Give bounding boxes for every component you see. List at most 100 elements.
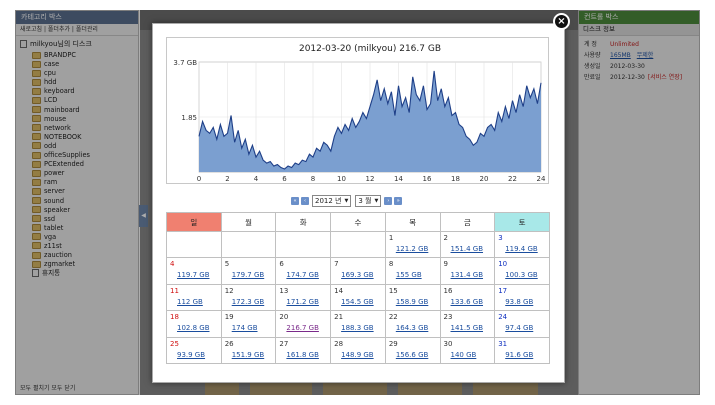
- calendar-day-cell: 29 156.6 GB: [384, 336, 441, 364]
- day-usage-link[interactable]: 97.4 GB: [505, 324, 533, 332]
- calendar-day-cell: 4 119.7 GB: [166, 257, 222, 285]
- y-tick-label: 3.7 GB: [173, 59, 197, 67]
- x-tick-label: 24: [537, 175, 546, 183]
- x-tick-label: 10: [337, 175, 346, 183]
- day-usage-link[interactable]: 158.9 GB: [396, 298, 429, 306]
- y-tick-label: 1.85: [181, 114, 197, 122]
- month-pager: « ‹ 2012 년 ▼ 3 월 ▼ › »: [290, 195, 403, 207]
- calendar-day-cell: 1 121.2 GB: [384, 230, 441, 259]
- calendar-week: 4 119.7 GB 5 179.7 GB 6 174.7 GB 7 169.3 GB 8 155…: [166, 257, 550, 285]
- day-number: 12: [224, 286, 234, 295]
- calendar-day-cell: 30 140 GB: [439, 336, 496, 364]
- day-number: 9: [443, 260, 448, 269]
- day-number: 18: [170, 313, 179, 322]
- calendar-week: 1 121.2 GB 2 151.4 GB 3 119.4 GB: [166, 230, 550, 259]
- calendar-day-cell: 5 179.7 GB: [220, 257, 277, 285]
- x-tick-label: 2: [225, 175, 229, 183]
- calendar-empty-cell: [275, 230, 332, 259]
- last-page-button[interactable]: »: [394, 197, 403, 205]
- day-usage-link[interactable]: 119.4 GB: [505, 245, 538, 253]
- x-tick-label: 16: [423, 175, 432, 183]
- day-usage-link[interactable]: 91.6 GB: [505, 351, 533, 359]
- day-usage-link[interactable]: 131.4 GB: [451, 271, 484, 279]
- day-usage-link[interactable]: 102.8 GB: [177, 324, 210, 332]
- month-select[interactable]: 3 월 ▼: [355, 195, 382, 207]
- calendar-day-cell: 24 97.4 GB: [494, 310, 550, 338]
- day-usage-link[interactable]: 93.8 GB: [505, 298, 533, 306]
- calendar-day-cell: 6 174.7 GB: [275, 257, 332, 285]
- day-number: 21: [334, 313, 344, 322]
- weekday-header: 일: [166, 212, 222, 232]
- x-tick-label: 22: [508, 175, 517, 183]
- day-number: 8: [388, 260, 394, 269]
- day-usage-link[interactable]: 169.3 GB: [341, 271, 374, 279]
- day-usage-link[interactable]: 119.7 GB: [177, 271, 210, 279]
- day-usage-link[interactable]: 216.7 GB: [286, 324, 319, 332]
- day-usage-link[interactable]: 93.9 GB: [177, 351, 205, 359]
- x-tick-label: 14: [394, 175, 403, 183]
- calendar-empty-cell: [220, 230, 277, 259]
- chevron-down-icon: ▼: [374, 198, 379, 204]
- day-number: 4: [170, 260, 175, 269]
- day-usage-link[interactable]: 154.5 GB: [341, 298, 374, 306]
- day-number: 6: [279, 260, 284, 269]
- day-usage-link[interactable]: 179.7 GB: [232, 271, 265, 279]
- day-usage-link[interactable]: 171.2 GB: [286, 298, 319, 306]
- day-usage-link[interactable]: 133.6 GB: [451, 298, 484, 306]
- calendar-empty-cell: [166, 230, 222, 259]
- day-usage-link[interactable]: 141.5 GB: [451, 324, 484, 332]
- day-usage-link[interactable]: 188.3 GB: [341, 324, 374, 332]
- calendar-day-cell: 13 171.2 GB: [275, 283, 332, 312]
- day-usage-link[interactable]: 174.7 GB: [286, 271, 319, 279]
- usage-calendar: 일월화수목금토 1 121.2 GB 2 151.4 GB 3 119.4 GB 4 119.…: [166, 212, 550, 364]
- first-page-button[interactable]: «: [291, 197, 299, 205]
- prev-page-button[interactable]: ‹: [301, 197, 309, 205]
- calendar-day-cell: 9 131.4 GB: [439, 257, 496, 285]
- year-select[interactable]: 2012 년 ▼: [312, 195, 352, 207]
- day-number: 26: [224, 339, 234, 348]
- day-usage-link[interactable]: 148.9 GB: [341, 351, 374, 359]
- day-usage-link[interactable]: 161.8 GB: [286, 351, 319, 359]
- calendar-day-cell: 25 93.9 GB: [166, 336, 222, 364]
- calendar-day-cell: 16 133.6 GB: [439, 283, 496, 312]
- x-tick-label: 12: [366, 175, 375, 183]
- day-usage-link[interactable]: 174 GB: [232, 324, 258, 332]
- day-number: 29: [388, 339, 398, 348]
- day-usage-link[interactable]: 151.4 GB: [451, 245, 484, 253]
- day-usage-link[interactable]: 172.3 GB: [232, 298, 265, 306]
- day-usage-link[interactable]: 155 GB: [396, 271, 422, 279]
- day-number: 24: [498, 313, 508, 322]
- calendar-day-cell: 10 100.3 GB: [494, 257, 550, 285]
- calendar-day-cell: 22 164.3 GB: [384, 310, 441, 338]
- day-usage-link[interactable]: 112 GB: [177, 298, 203, 306]
- weekday-header: 금: [439, 212, 496, 232]
- year-select-value: 2012 년: [315, 197, 342, 205]
- day-usage-link[interactable]: 164.3 GB: [396, 324, 429, 332]
- close-button[interactable]: ×: [553, 13, 570, 30]
- day-usage-link[interactable]: 151.9 GB: [232, 351, 265, 359]
- day-number: 31: [498, 339, 508, 348]
- day-usage-link[interactable]: 121.2 GB: [396, 245, 429, 253]
- day-number: 13: [279, 286, 289, 295]
- day-number: 23: [443, 313, 453, 322]
- day-number: 11: [170, 286, 179, 295]
- day-number: 2: [443, 234, 448, 242]
- day-number: 7: [334, 260, 339, 269]
- day-number: 15: [388, 286, 398, 295]
- usage-chart: 2012-03-20 (milkyou) 216.7 GB 0 2 4 6 8 10 12 14…: [166, 37, 549, 184]
- day-number: 25: [170, 339, 179, 348]
- day-number: 30: [443, 339, 453, 348]
- x-tick-label: 8: [311, 175, 315, 183]
- calendar-day-cell: 14 154.5 GB: [330, 283, 386, 312]
- calendar-day-cell: 3 119.4 GB: [494, 230, 550, 259]
- calendar-day-cell: 21 188.3 GB: [330, 310, 386, 338]
- calendar-day-cell: 27 161.8 GB: [275, 336, 332, 364]
- day-usage-link[interactable]: 156.6 GB: [396, 351, 429, 359]
- x-tick-label: 20: [480, 175, 489, 183]
- day-usage-link[interactable]: 140 GB: [451, 351, 477, 359]
- day-usage-link[interactable]: 100.3 GB: [505, 271, 538, 279]
- calendar-week: 18 102.8 GB 19 174 GB 20 216.7 GB 21 188.3 GB 22…: [166, 310, 550, 338]
- next-page-button[interactable]: ›: [384, 197, 393, 205]
- x-tick-label: 0: [197, 175, 201, 183]
- day-number: 1: [388, 234, 394, 242]
